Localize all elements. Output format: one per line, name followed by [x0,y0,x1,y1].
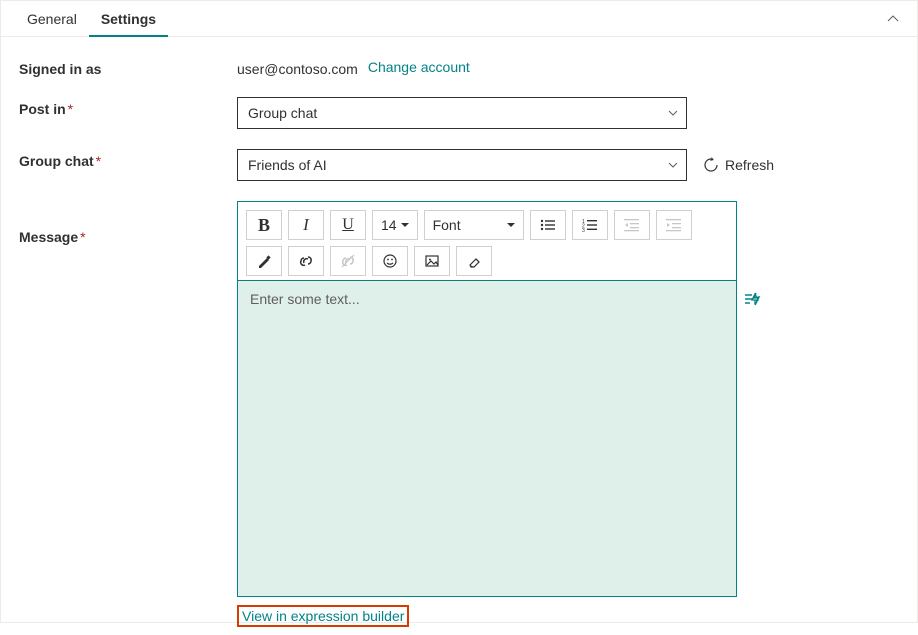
signed-in-email: user@contoso.com [237,57,358,77]
font-family-value: Font [433,217,461,233]
eraser-button[interactable] [456,246,492,276]
post-in-value: Group chat [248,105,317,121]
outdent-button[interactable] [614,210,650,240]
font-size-select[interactable]: 14 [372,210,418,240]
svg-text:3: 3 [582,228,585,232]
numbered-list-button[interactable]: 123 [572,210,608,240]
emoji-button[interactable] [372,246,408,276]
required-asterisk: * [96,153,101,169]
underline-button[interactable]: U [330,210,366,240]
tab-settings[interactable]: Settings [89,1,168,37]
unlink-button[interactable] [330,246,366,276]
row-group-chat: Group chat* Friends of AI Refresh [19,149,899,181]
font-family-select[interactable]: Font [424,210,524,240]
link-button[interactable] [288,246,324,276]
message-textarea[interactable]: Enter some text... [238,280,736,596]
indent-button[interactable] [656,210,692,240]
label-post-in-text: Post in [19,101,66,117]
settings-panel: General Settings Signed in as user@conto… [0,0,918,623]
row-post-in: Post in* Group chat [19,97,899,129]
image-button[interactable] [414,246,450,276]
chevron-down-icon [668,108,678,118]
row-signed-in: Signed in as user@contoso.com Change acc… [19,57,899,77]
required-asterisk: * [68,101,73,117]
italic-button[interactable]: I [288,210,324,240]
editor-toolbar: B I U 14 Font [238,202,736,280]
tab-general[interactable]: General [15,1,89,37]
change-account-link[interactable]: Change account [368,59,470,75]
rich-text-editor: B I U 14 Font [237,201,737,597]
tab-bar: General Settings [1,1,917,37]
bold-button[interactable]: B [246,210,282,240]
row-message: Message* B I U 14 Font [19,201,899,627]
refresh-icon [703,157,719,173]
bullet-list-button[interactable] [530,210,566,240]
panel-body: Signed in as user@contoso.com Change acc… [1,37,917,635]
label-message: Message* [19,201,237,245]
collapse-icon[interactable] [883,9,903,29]
label-group-chat-text: Group chat [19,153,94,169]
label-message-text: Message [19,229,78,245]
caret-down-icon [507,221,515,229]
refresh-label: Refresh [725,157,774,173]
expression-link-row: View in expression builder [237,605,409,627]
caret-down-icon [401,221,409,229]
group-chat-value: Friends of AI [248,157,327,173]
required-asterisk: * [80,229,85,245]
label-post-in: Post in* [19,97,237,117]
chevron-down-icon [668,160,678,170]
post-in-select[interactable]: Group chat [237,97,687,129]
dynamic-content-button[interactable] [742,288,764,310]
label-signed-in: Signed in as [19,57,237,77]
refresh-button[interactable]: Refresh [703,157,774,173]
expression-builder-link[interactable]: View in expression builder [237,605,409,627]
color-picker-button[interactable] [246,246,282,276]
label-group-chat: Group chat* [19,149,237,169]
font-size-value: 14 [381,217,397,233]
value-signed-in: user@contoso.com Change account [237,57,899,77]
group-chat-select[interactable]: Friends of AI [237,149,687,181]
